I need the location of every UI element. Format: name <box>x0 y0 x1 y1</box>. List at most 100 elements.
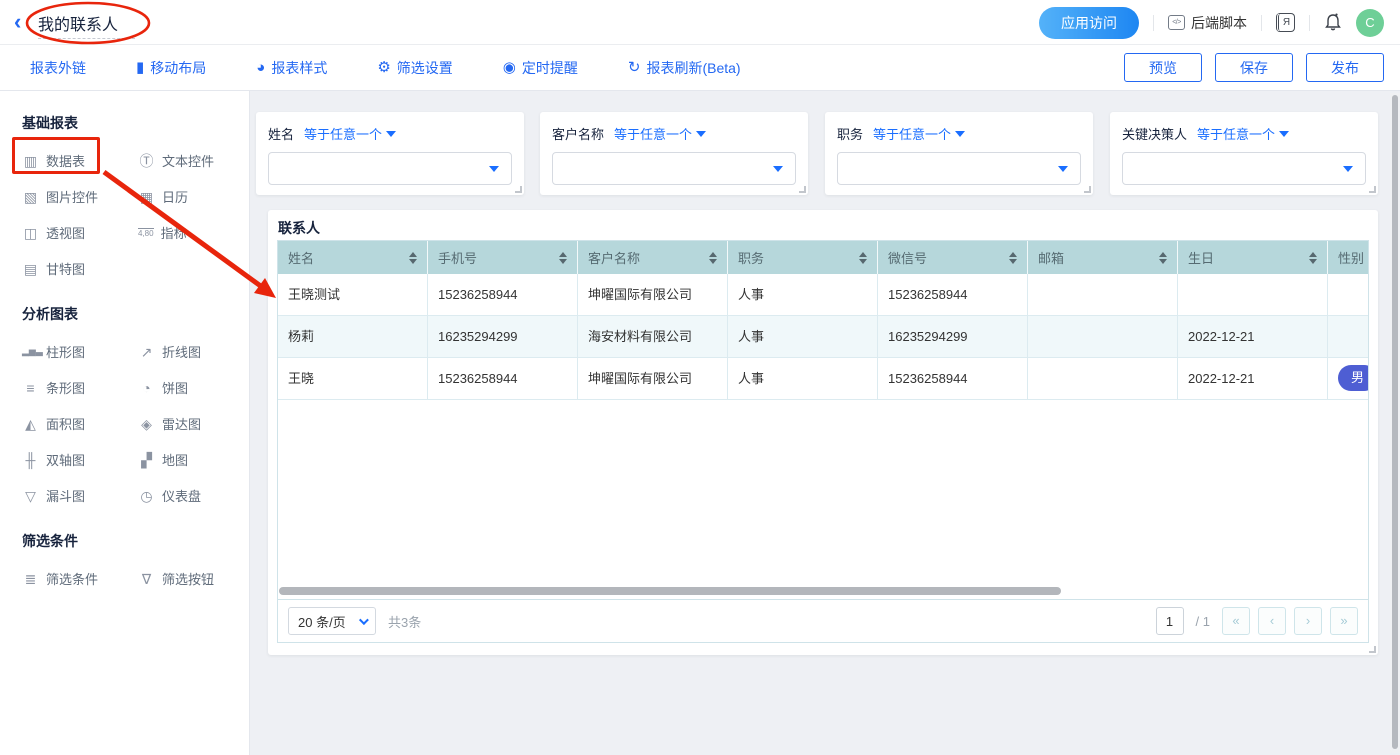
chevron-down-icon <box>1343 166 1353 172</box>
resize-handle[interactable] <box>1084 186 1091 193</box>
sidebar-item-line-chart[interactable]: ↗折线图 <box>138 342 249 361</box>
chevron-down-icon <box>773 166 783 172</box>
page-size-select[interactable]: 20 条/页 <box>288 607 376 635</box>
filter-select[interactable] <box>837 152 1081 185</box>
table-row[interactable]: 王晓测试 15236258944 坤曜国际有限公司 人事 15236258944 <box>278 274 1369 316</box>
address-book-icon[interactable]: Я <box>1276 13 1295 32</box>
filter-operator-dropdown[interactable]: 等于任意一个 <box>304 124 396 143</box>
contacts-table-widget[interactable]: 联系人 姓名 手机号 客户名称 职务 微信号 邮箱 生日 性别 王晓测试 152… <box>268 210 1378 655</box>
filter-operator-dropdown[interactable]: 等于任意一个 <box>614 124 706 143</box>
sidebar-item-data-table[interactable]: ▥数据表 <box>22 151 138 170</box>
last-page-button[interactable]: » <box>1330 607 1358 635</box>
title-underline <box>38 38 135 39</box>
filter-widget-position[interactable]: 职务 等于任意一个 <box>825 112 1093 195</box>
sidebar-item-text-widget[interactable]: Ⓣ文本控件 <box>138 151 249 170</box>
resize-handle[interactable] <box>799 186 806 193</box>
table-row[interactable]: 王晓 15236258944 坤曜国际有限公司 人事 15236258944 2… <box>278 358 1369 400</box>
toolbar-item-scheduled-reminder[interactable]: ◉ 定时提醒 <box>503 58 578 78</box>
filter-widget-key-decision-maker[interactable]: 关键决策人 等于任意一个 <box>1110 112 1378 195</box>
next-page-button[interactable]: › <box>1294 607 1322 635</box>
sort-icon[interactable] <box>409 252 417 264</box>
resize-handle[interactable] <box>1369 186 1376 193</box>
filter-select[interactable] <box>268 152 512 185</box>
scrollbar-thumb[interactable] <box>1392 95 1398 749</box>
column-header-wechat[interactable]: 微信号 <box>878 241 1028 274</box>
preview-button[interactable]: 预览 <box>1124 53 1202 82</box>
app-access-button[interactable]: 应用访问 <box>1039 7 1139 39</box>
backend-script-button[interactable]: </> 后端脚本 <box>1168 13 1247 33</box>
resize-handle[interactable] <box>515 186 522 193</box>
sort-icon[interactable] <box>709 252 717 264</box>
sort-icon[interactable] <box>559 252 567 264</box>
sidebar-item-image-widget[interactable]: ▧图片控件 <box>22 187 138 206</box>
column-header-phone[interactable]: 手机号 <box>428 241 578 274</box>
sidebar-item-gantt-chart[interactable]: ▤甘特图 <box>22 259 138 278</box>
sidebar-item-area-chart[interactable]: ◭面积图 <box>22 414 138 433</box>
section-title-filter-conditions: 筛选条件 <box>22 531 249 551</box>
sort-icon[interactable] <box>1009 252 1017 264</box>
report-toolbar: 报表外链 ▮ 移动布局 ◕ 报表样式 ⚙ 筛选设置 ◉ 定时提醒 ↻ 报表刷新(… <box>0 45 1400 91</box>
sidebar-item-map-chart[interactable]: ▞地图 <box>138 450 249 469</box>
filter-operator-dropdown[interactable]: 等于任意一个 <box>1197 124 1289 143</box>
operator-label: 等于任意一个 <box>1197 124 1275 143</box>
filter-select[interactable] <box>1122 152 1366 185</box>
page-number-input[interactable] <box>1156 607 1184 635</box>
sort-icon[interactable] <box>1309 252 1317 264</box>
cell-name: 杨莉 <box>278 316 428 357</box>
first-page-button[interactable]: « <box>1222 607 1250 635</box>
resize-handle[interactable] <box>1369 646 1376 653</box>
filter-widget-name[interactable]: 姓名 等于任意一个 <box>256 112 524 195</box>
column-header-customer[interactable]: 客户名称 <box>578 241 728 274</box>
cell-gender: 男 <box>1328 358 1369 399</box>
save-button[interactable]: 保存 <box>1215 53 1293 82</box>
total-count: 共3条 <box>388 612 421 631</box>
column-header-gender[interactable]: 性别 <box>1328 241 1369 274</box>
table-row[interactable]: 杨莉 16235294299 海安材料有限公司 人事 16235294299 2… <box>278 316 1369 358</box>
vertical-scrollbar[interactable] <box>1390 93 1400 753</box>
column-header-email[interactable]: 邮箱 <box>1028 241 1178 274</box>
sidebar-item-filter-button[interactable]: ∇筛选按钮 <box>138 569 249 588</box>
sidebar-item-funnel-chart[interactable]: ▽漏斗图 <box>22 486 138 505</box>
toolbar-item-mobile-layout[interactable]: ▮ 移动布局 <box>136 58 206 78</box>
column-label: 生日 <box>1188 248 1214 267</box>
sidebar-item-pivot-table[interactable]: ◫透视图 <box>22 223 138 242</box>
sidebar-item-pie-chart[interactable]: ◔饼图 <box>138 378 249 397</box>
toolbar-item-report-style[interactable]: ◕ 报表样式 <box>256 58 327 78</box>
notification-bell-icon[interactable] <box>1324 13 1342 32</box>
user-avatar[interactable]: C <box>1356 9 1384 37</box>
sidebar-item-dual-axis-chart[interactable]: ╫双轴图 <box>22 450 138 469</box>
sidebar-item-gauge-chart[interactable]: ◷仪表盘 <box>138 486 249 505</box>
column-header-position[interactable]: 职务 <box>728 241 878 274</box>
refresh-icon: ↻ <box>628 60 641 75</box>
toolbar-item-report-refresh[interactable]: ↻ 报表刷新(Beta) <box>628 58 741 78</box>
sidebar-item-radar-chart[interactable]: ◈雷达图 <box>138 414 249 433</box>
horizontal-scrollbar[interactable] <box>279 587 1061 595</box>
column-header-name[interactable]: 姓名 <box>278 241 428 274</box>
item-label: 面积图 <box>46 414 85 433</box>
sort-icon[interactable] <box>859 252 867 264</box>
publish-button[interactable]: 发布 <box>1306 53 1384 82</box>
column-label: 职务 <box>738 248 764 267</box>
pie-style-icon: ◕ <box>256 60 265 75</box>
text-widget-icon: Ⓣ <box>138 154 155 168</box>
sort-icon[interactable] <box>1159 252 1167 264</box>
sidebar-item-filter-condition[interactable]: ≣筛选条件 <box>22 569 138 588</box>
indicator-icon: 4,80 <box>138 228 154 238</box>
page-title[interactable]: 我的联系人 <box>38 11 118 35</box>
column-header-birthday[interactable]: 生日 <box>1178 241 1328 274</box>
cell-position: 人事 <box>728 358 878 399</box>
toolbar-item-external-link[interactable]: 报表外链 <box>30 58 86 78</box>
sidebar-item-bar-chart[interactable]: ≡条形图 <box>22 378 138 397</box>
sidebar-item-calendar[interactable]: ▦日历 <box>138 187 249 206</box>
filter-widget-customer[interactable]: 客户名称 等于任意一个 <box>540 112 808 195</box>
radar-chart-icon: ◈ <box>138 417 155 431</box>
prev-page-button[interactable]: ‹ <box>1258 607 1286 635</box>
sidebar-item-column-chart[interactable]: ▂▅▃柱形图 <box>22 342 138 361</box>
filter-select[interactable] <box>552 152 796 185</box>
cell-phone: 16235294299 <box>428 316 578 357</box>
cell-name: 王晓测试 <box>278 274 428 315</box>
sidebar-item-indicator[interactable]: 4,80指标 <box>138 223 249 242</box>
toolbar-item-filter-settings[interactable]: ⚙ 筛选设置 <box>377 58 452 78</box>
back-icon[interactable]: ‹ <box>14 9 21 35</box>
filter-operator-dropdown[interactable]: 等于任意一个 <box>873 124 965 143</box>
